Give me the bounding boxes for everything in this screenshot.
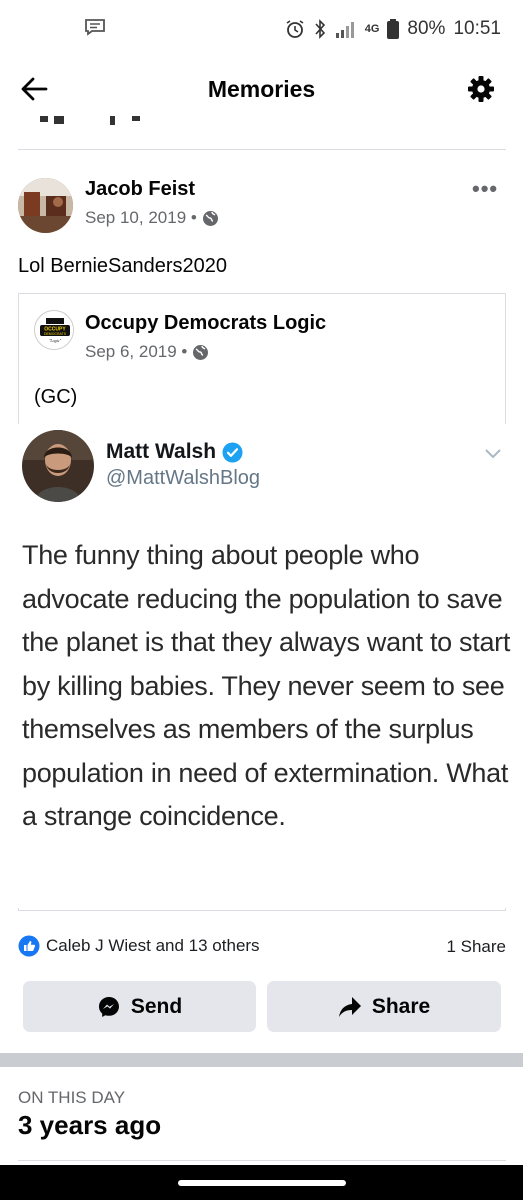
years-ago-heading: 3 years ago (18, 1110, 162, 1140)
signal-icon (335, 22, 354, 38)
avatar-photo (18, 178, 73, 233)
author-name[interactable]: Jacob Feist (85, 178, 195, 201)
page-name[interactable]: Occupy Democrats Logic (85, 312, 326, 335)
send-label: Send (130, 994, 183, 1018)
message-notification-icon (85, 19, 105, 36)
shares-count[interactable]: 1 Share (446, 937, 506, 957)
tweet-avatar-photo (22, 430, 94, 502)
svg-text:"Logic": "Logic" (49, 338, 62, 343)
tweet-text: The funny thing about people who advocat… (22, 540, 511, 831)
tweet-author-avatar (22, 430, 94, 502)
tweet-chevron-down-icon (485, 449, 501, 459)
share-arrow-icon (338, 996, 361, 1017)
globe-icon (202, 210, 218, 226)
on-this-day-label: ON THIS DAY (18, 1088, 126, 1107)
share-label: Share (371, 994, 431, 1018)
divider (18, 1160, 506, 1161)
battery-icon (387, 19, 400, 39)
cut-off-previous-text (40, 116, 140, 125)
status-bar: 4G 80% 10:51 (0, 0, 523, 60)
tweet-author-row: Matt Walsh (106, 440, 243, 464)
divider (18, 149, 506, 150)
page-logo[interactable]: OCCUPY DEMOCRATS "Logic" (34, 310, 74, 350)
clock: 10:51 (453, 18, 501, 39)
author-avatar[interactable] (18, 178, 73, 233)
messenger-icon (98, 996, 119, 1017)
page-title: Memories (207, 76, 316, 102)
svg-text:DEMOCRATS: DEMOCRATS (44, 332, 67, 336)
post-meta: Sep 10, 2019 • (85, 208, 219, 228)
more-options-icon[interactable]: ••• (472, 176, 498, 202)
shared-post-text: (GC) (34, 386, 78, 408)
alarm-icon (286, 20, 304, 38)
network-label: 4G (364, 23, 380, 35)
post-text: Lol BernieSanders2020 (18, 255, 228, 277)
page-logo-graphic: OCCUPY DEMOCRATS "Logic" (36, 312, 73, 349)
battery-percent: 80% (407, 18, 446, 39)
section-separator (0, 1053, 523, 1067)
post-date[interactable]: Sep 10, 2019 • (85, 208, 197, 228)
bluetooth-icon (315, 19, 325, 39)
shared-post-meta: Sep 6, 2019 • (85, 342, 209, 362)
globe-icon (193, 344, 209, 360)
send-button[interactable]: Send (23, 981, 256, 1032)
tweet-author-name: Matt Walsh (106, 440, 217, 463)
reactions-text: Caleb J Wiest and 13 others (46, 936, 260, 955)
like-reaction-icon (18, 935, 40, 957)
settings-gear-icon[interactable] (466, 74, 496, 104)
home-gesture-bar[interactable] (178, 1180, 346, 1186)
verified-badge-icon (222, 442, 243, 462)
shared-post-date[interactable]: Sep 6, 2019 • (85, 342, 187, 362)
share-button[interactable]: Share (267, 981, 501, 1032)
tweet-handle: @MattWalshBlog (106, 467, 261, 489)
reactions-summary[interactable]: Caleb J Wiest and 13 others (18, 935, 260, 957)
